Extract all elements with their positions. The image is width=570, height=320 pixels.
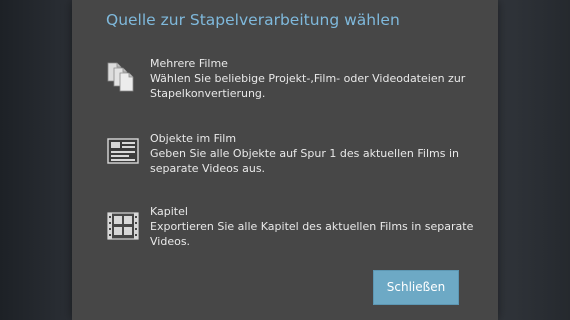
option-text: Kapitel Exportieren Sie alle Kapitel des… xyxy=(150,204,482,249)
batch-source-dialog: Quelle zur Stapelverarbeitung wählen Meh… xyxy=(72,0,498,320)
chapters-icon xyxy=(106,209,140,243)
film-objects-icon xyxy=(106,134,140,168)
option-description: Geben Sie alle Objekte auf Spur 1 des ak… xyxy=(150,147,459,175)
option-objects-in-movie[interactable]: Objekte im Film Geben Sie alle Objekte a… xyxy=(106,131,486,177)
option-chapters[interactable]: Kapitel Exportieren Sie alle Kapitel des… xyxy=(106,204,486,250)
option-description: Wählen Sie beliebige Projekt-,Film- oder… xyxy=(150,72,466,100)
option-text: Mehrere Filme Wählen Sie beliebige Proje… xyxy=(150,56,482,101)
option-text: Objekte im Film Geben Sie alle Objekte a… xyxy=(150,131,482,176)
option-multiple-movies[interactable]: Mehrere Filme Wählen Sie beliebige Proje… xyxy=(106,56,486,102)
documents-stack-icon xyxy=(106,59,140,93)
close-button[interactable]: Schließen xyxy=(373,270,459,305)
option-title: Kapitel xyxy=(150,205,188,218)
option-title: Objekte im Film xyxy=(150,132,237,145)
dialog-title: Quelle zur Stapelverarbeitung wählen xyxy=(106,11,400,29)
option-description: Exportieren Sie alle Kapitel des aktuell… xyxy=(150,220,474,248)
option-title: Mehrere Filme xyxy=(150,57,228,70)
